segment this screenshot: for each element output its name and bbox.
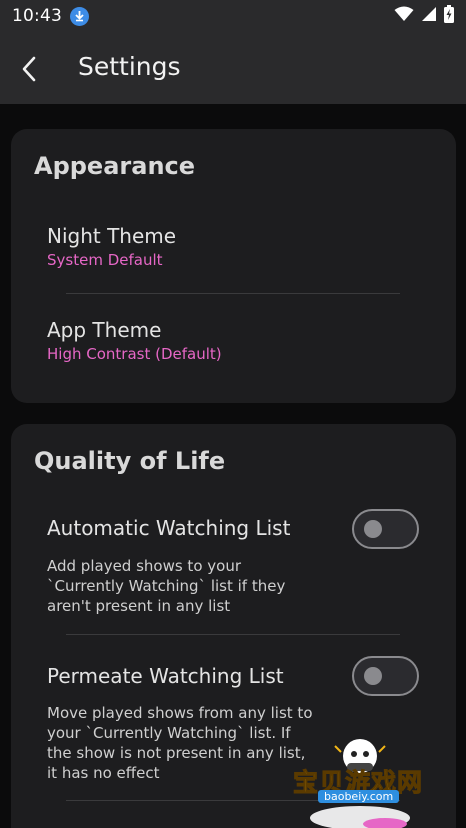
- permeate-watching-list-label: Permeate Watching List: [47, 664, 284, 688]
- automatic-watching-list-toggle[interactable]: [352, 509, 419, 549]
- divider: [66, 634, 400, 635]
- app-theme-setting[interactable]: App Theme High Contrast (Default): [11, 313, 456, 369]
- wifi-icon: [394, 6, 414, 26]
- divider: [66, 293, 400, 294]
- night-theme-label: Night Theme: [47, 224, 177, 248]
- watermark-url: baobeiy.com: [318, 790, 400, 803]
- permeate-watching-list-toggle[interactable]: [352, 656, 419, 696]
- status-bar: 10:43: [0, 0, 466, 32]
- chevron-left-icon: [22, 56, 36, 82]
- page-title: Settings: [78, 52, 181, 81]
- quality-of-life-section-title: Quality of Life: [34, 447, 226, 475]
- battery-charging-icon: [444, 5, 454, 27]
- automatic-watching-list-label: Automatic Watching List: [47, 516, 291, 540]
- back-button[interactable]: [14, 54, 44, 84]
- cellular-signal-icon: [421, 6, 437, 26]
- app-theme-value: High Contrast (Default): [47, 345, 222, 363]
- watermark-logo: 宝贝游戏网 baobeiy.com: [285, 738, 435, 828]
- toggle-knob: [364, 520, 382, 538]
- permeate-watching-list-description: Move played shows from any list to your …: [47, 704, 313, 782]
- toggle-knob: [364, 667, 382, 685]
- status-time: 10:43: [12, 6, 62, 26]
- night-theme-setting[interactable]: Night Theme System Default: [11, 219, 456, 275]
- app-bar: Settings: [0, 32, 466, 104]
- night-theme-value: System Default: [47, 251, 163, 269]
- app-theme-label: App Theme: [47, 318, 162, 342]
- appearance-card: Appearance Night Theme System Default Ap…: [11, 129, 456, 403]
- download-icon: [70, 6, 89, 26]
- appearance-section-title: Appearance: [34, 152, 196, 180]
- automatic-watching-list-description: Add played shows to your `Currently Watc…: [47, 557, 286, 615]
